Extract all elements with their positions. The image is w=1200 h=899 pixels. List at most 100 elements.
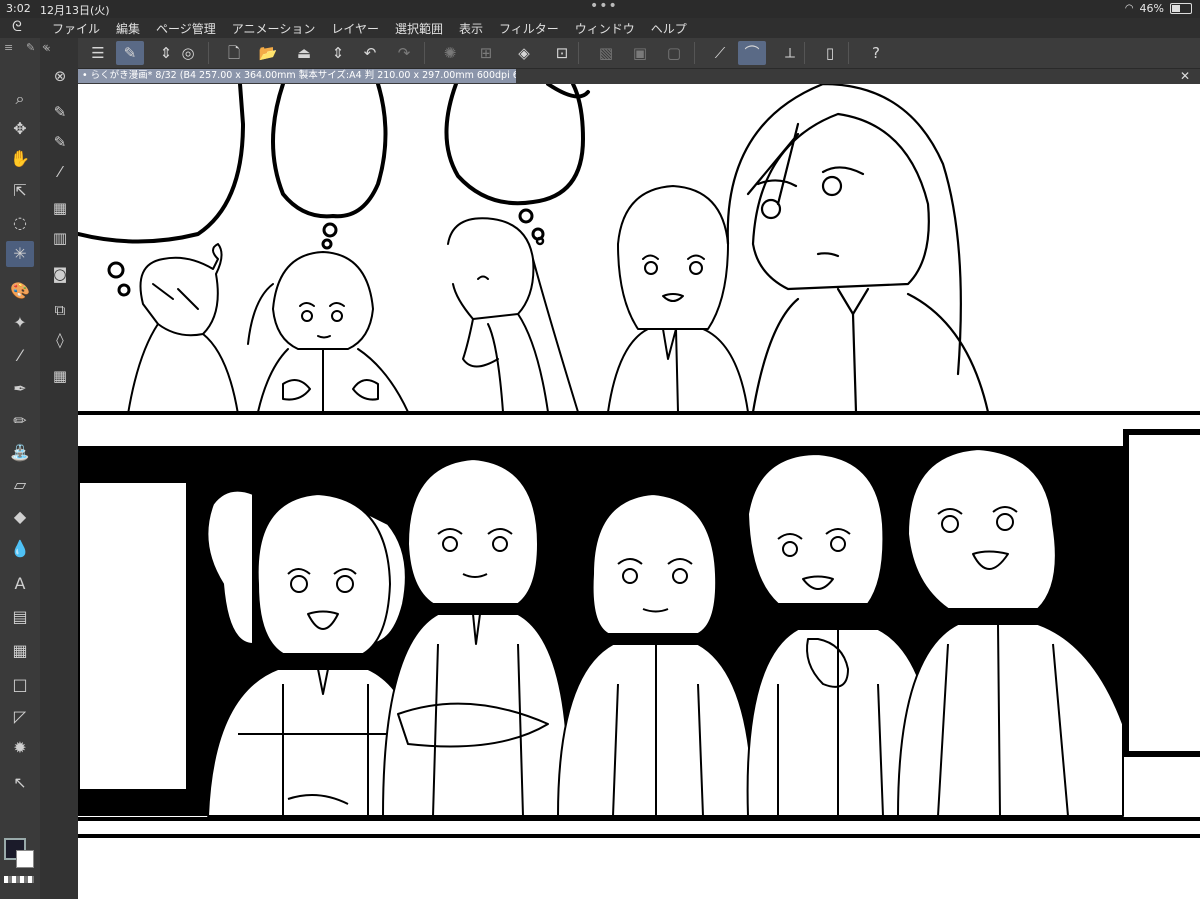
command-bar: ☰ ✎ ⇕ ◎ 🗋 📂 ⏏ ⇕ ↶ ↷ ✺ ⊞ ◈ ⊡ ▧ ▣ ▢ ⟋ ⌒ ⟂ ▯?	[78, 38, 1200, 69]
pencil-icon[interactable]: ✏	[6, 408, 34, 434]
toolbar-separator	[804, 42, 805, 64]
menu-item[interactable]: レイヤー	[331, 20, 379, 37]
up-down-icon-2[interactable]: ⇕	[324, 41, 352, 65]
menu-item[interactable]: ヘルプ	[651, 20, 687, 37]
chevron-left-icon-2[interactable]: «	[42, 40, 49, 53]
tab-dot-icon: •	[82, 70, 91, 81]
airbrush-icon[interactable]: ⛲	[6, 440, 34, 466]
menu-item[interactable]: 選択範囲	[395, 20, 443, 37]
grid-icon[interactable]: ▦	[48, 196, 72, 220]
ruler-tool-icon[interactable]: ◸	[6, 704, 34, 730]
operation-icon[interactable]: ⇱	[6, 178, 34, 204]
help-icon[interactable]: ?	[862, 41, 890, 65]
sparkle-icon[interactable]: ✦	[6, 310, 34, 336]
battery-icon	[1170, 3, 1192, 14]
menu-item[interactable]: ファイル	[52, 20, 100, 37]
canvas[interactable]	[78, 84, 1200, 899]
thought-bubble	[78, 84, 245, 244]
toolbar-separator	[208, 42, 209, 64]
manga-artwork	[78, 84, 1200, 838]
figure-icon[interactable]: □	[6, 672, 34, 698]
menu-item[interactable]: 表示	[459, 20, 483, 37]
eyedropper-icon[interactable]: ⁄	[6, 343, 34, 369]
target-icon[interactable]: ⊗	[48, 64, 72, 88]
edit-layer-icon[interactable]: ✎	[116, 41, 144, 65]
loading-icon[interactable]: ✺	[436, 41, 464, 65]
clip-studio-logo-icon[interactable]: ᘓ	[12, 19, 22, 35]
save-icon[interactable]: ⏏	[290, 41, 318, 65]
pen-mini-icon: ✎	[26, 41, 36, 54]
move-icon[interactable]: ✥	[6, 116, 34, 142]
menu-item[interactable]: ページ管理	[156, 20, 216, 37]
effect-line-icon[interactable]: ✹	[6, 735, 34, 761]
document-title: らくがき漫画* 8/32 (B4 257.00 x 364.00mm 製本サイズ…	[90, 70, 516, 81]
toolbar-separator	[848, 42, 849, 64]
deselect-icon[interactable]: ▧	[592, 41, 620, 65]
character	[726, 84, 990, 414]
frame-icon[interactable]: ▤	[6, 604, 34, 630]
menu-bar: ᘓ ファイル 編集 ページ管理 アニメーション レイヤー 選択範囲 表示 フィルター ウィンドウ…	[0, 18, 1200, 38]
document-tab[interactable]: • らくがき漫画* 8/32 (B4 257.00 x 364.00mm 製本サ…	[78, 69, 516, 83]
hand-icon[interactable]: ✋	[6, 146, 34, 172]
snap-ruler-icon[interactable]: ⌒	[738, 41, 766, 65]
menu-icon[interactable]: ☰	[84, 41, 112, 65]
brush-sub-icon[interactable]: ✎	[48, 100, 72, 124]
invert-selection-icon[interactable]: ▣	[626, 41, 654, 65]
close-icon[interactable]: ✕	[1180, 69, 1190, 83]
redo-icon[interactable]: ↷	[390, 41, 418, 65]
border-icon[interactable]: ▢	[660, 41, 688, 65]
gradient-icon[interactable]: ▦	[6, 638, 34, 664]
menu-item[interactable]: ウィンドウ	[575, 20, 635, 37]
status-date: 12月13日(火)	[40, 4, 110, 17]
speech-box	[78, 479, 190, 793]
bucket-icon[interactable]: ◆	[6, 504, 34, 530]
device-icon[interactable]: ▯	[816, 41, 844, 65]
eraser-icon[interactable]: ▱	[6, 472, 34, 498]
tool-palette: ≡ ✎ ⌕ ✥ ✋ ⇱ ◌ ✳ 🎨 ✦ ⁄ ✒ ✏ ⛲ ▱ ◆ 💧 A ▤ ▦ □ ◸ ✹ ↖	[0, 38, 41, 899]
line-ruler-icon[interactable]: ⟂	[776, 41, 804, 65]
pen-icon[interactable]: ✒	[6, 376, 34, 402]
open-folder-icon[interactable]: 📂	[254, 41, 282, 65]
menu-item[interactable]: 編集	[116, 20, 140, 37]
blend-icon[interactable]: 💧	[6, 536, 34, 562]
zoom-icon[interactable]: ⌕	[6, 86, 34, 112]
transform-icon[interactable]: ⊞	[472, 41, 500, 65]
thought-bubble	[546, 84, 590, 99]
sub-tool-palette: « ⊗ ✎ ✎ ⁄ ▦ ▥ ◙ ⧉ ◊ ▦	[40, 38, 78, 899]
speech-box	[1123, 429, 1200, 757]
status-time: 3:02	[6, 2, 31, 15]
undo-icon[interactable]: ↶	[356, 41, 384, 65]
status-bar: 3:02 12月13日(火) ••• ◠ 46%	[0, 0, 1200, 18]
crop-icon[interactable]: ⊡	[548, 41, 576, 65]
spiral-icon[interactable]: ◎	[174, 41, 202, 65]
film-icon[interactable]: ▥	[48, 226, 72, 250]
brush-sub-icon-3[interactable]: ⁄	[48, 160, 72, 184]
transparent-color-swatch[interactable]	[4, 876, 34, 883]
stack-icon[interactable]: ⧉	[48, 298, 72, 322]
brush-sub-icon-2[interactable]: ✎	[48, 130, 72, 154]
multitask-dots-icon[interactable]: •••	[590, 0, 618, 14]
fill-icon[interactable]: ◈	[510, 41, 538, 65]
ruler-icon[interactable]: ⟋	[706, 41, 734, 65]
color-picker-icon[interactable]: 🎨	[6, 278, 34, 304]
layers-icon[interactable]: ◊	[48, 328, 72, 352]
calendar-icon[interactable]: ▦	[48, 364, 72, 388]
lasso-icon[interactable]: ◌	[6, 210, 34, 236]
new-file-icon[interactable]: 🗋	[220, 41, 248, 65]
wifi-icon: ◠	[1124, 3, 1134, 14]
menu-item[interactable]: アニメーション	[232, 20, 316, 37]
text-icon[interactable]: A	[6, 571, 34, 597]
layer-icon[interactable]: ◙	[48, 262, 72, 286]
thought-bubble	[322, 222, 338, 238]
thought-bubble	[107, 261, 125, 279]
collapse-icon[interactable]: ≡	[4, 41, 13, 54]
toolbar-separator	[694, 42, 695, 64]
menu-item[interactable]: フィルター	[499, 20, 559, 37]
correct-line-icon[interactable]: ↖	[6, 770, 34, 796]
battery-percent: 46%	[1139, 2, 1164, 15]
background-color-swatch[interactable]	[16, 850, 34, 868]
auto-select-icon[interactable]: ✳	[6, 241, 34, 267]
toolbar-separator	[578, 42, 579, 64]
thought-bubble	[535, 236, 545, 246]
thought-bubble	[518, 208, 534, 224]
